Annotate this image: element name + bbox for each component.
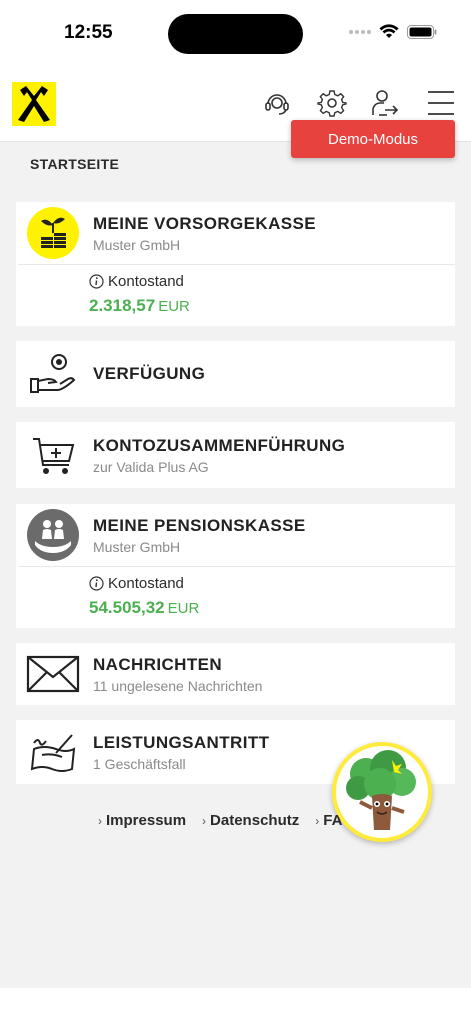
info-icon[interactable] <box>89 576 104 591</box>
status-time: 12:55 <box>64 22 113 43</box>
footer-links: › Impressum › Datenschutz › FAQ <box>98 812 354 829</box>
status-bar: 12:55 <box>0 0 471 70</box>
pension-people-icon <box>26 508 80 562</box>
card-title: NACHRICHTEN <box>93 654 223 674</box>
card-subtitle: 11 ungelesene Nachrichten <box>93 677 263 694</box>
balance-currency: EUR <box>158 298 190 315</box>
wifi-icon <box>379 24 399 38</box>
raiffeisen-logo[interactable] <box>12 82 56 126</box>
gear-icon[interactable] <box>317 88 347 118</box>
hamburger-menu-icon[interactable] <box>426 88 456 118</box>
card-subtitle: Muster GmbH <box>93 538 181 555</box>
card-verfuegung[interactable]: VERFÜGUNG <box>16 341 455 407</box>
balance-label: Kontostand <box>108 273 184 290</box>
card-title: MEINE PENSIONSKASSE <box>93 515 306 535</box>
card-kontozusammenfuehrung[interactable]: KONTOZUSAMMENFÜHRUNG zur Valida Plus AG <box>16 422 455 488</box>
card-vorsorgekasse[interactable]: MEINE VORSORGEKASSE Muster GmbH Kontosta… <box>16 202 455 326</box>
balance-amount: 2.318,57 <box>89 296 156 315</box>
giebelkreuz-icon <box>18 86 50 122</box>
balance-label: Kontostand <box>108 575 184 592</box>
info-icon[interactable] <box>89 274 104 289</box>
envelope-icon <box>26 647 80 701</box>
card-title: LEISTUNGSANTRITT <box>93 732 270 752</box>
card-title: VERFÜGUNG <box>93 364 206 383</box>
bottom-bar <box>0 988 471 1024</box>
battery-icon <box>407 24 437 39</box>
dynamic-island <box>168 14 303 54</box>
hand-coin-icon <box>26 347 80 401</box>
support-headset-icon[interactable] <box>262 88 292 118</box>
card-title: KONTOZUSAMMENFÜHRUNG <box>93 435 346 455</box>
card-nachrichten[interactable]: NACHRICHTEN 11 ungelesene Nachrichten <box>16 643 455 705</box>
status-icons <box>349 24 437 39</box>
card-title: MEINE VORSORGEKASSE <box>93 213 316 233</box>
chevron-right-icon: › <box>98 814 102 828</box>
coins-plant-icon <box>26 206 80 260</box>
logout-user-icon[interactable] <box>371 88 401 118</box>
chevron-right-icon: › <box>315 814 320 828</box>
card-subtitle: 1 Geschäftsfall <box>93 755 186 772</box>
footer-link-datenschutz[interactable]: › Datenschutz <box>202 812 299 829</box>
shopping-cart-plus-icon <box>26 428 80 482</box>
document-sign-icon <box>26 725 80 779</box>
page-title: STARTSEITE <box>30 156 120 172</box>
footer-link-impressum[interactable]: › Impressum <box>98 812 186 829</box>
tree-mascot-assistant[interactable] <box>332 742 432 842</box>
card-subtitle: Muster GmbH <box>93 236 181 253</box>
tree-mascot-icon <box>346 750 416 830</box>
demo-mode-badge[interactable]: Demo-Modus <box>291 120 455 158</box>
balance-currency: EUR <box>167 600 200 617</box>
chevron-right-icon: › <box>202 814 207 828</box>
signal-icon <box>349 29 371 34</box>
balance-amount: 54.505,32 <box>89 598 165 617</box>
card-pensionskasse[interactable]: MEINE PENSIONSKASSE Muster GmbH Kontosta… <box>16 504 455 628</box>
card-subtitle: zur Valida Plus AG <box>93 458 209 475</box>
